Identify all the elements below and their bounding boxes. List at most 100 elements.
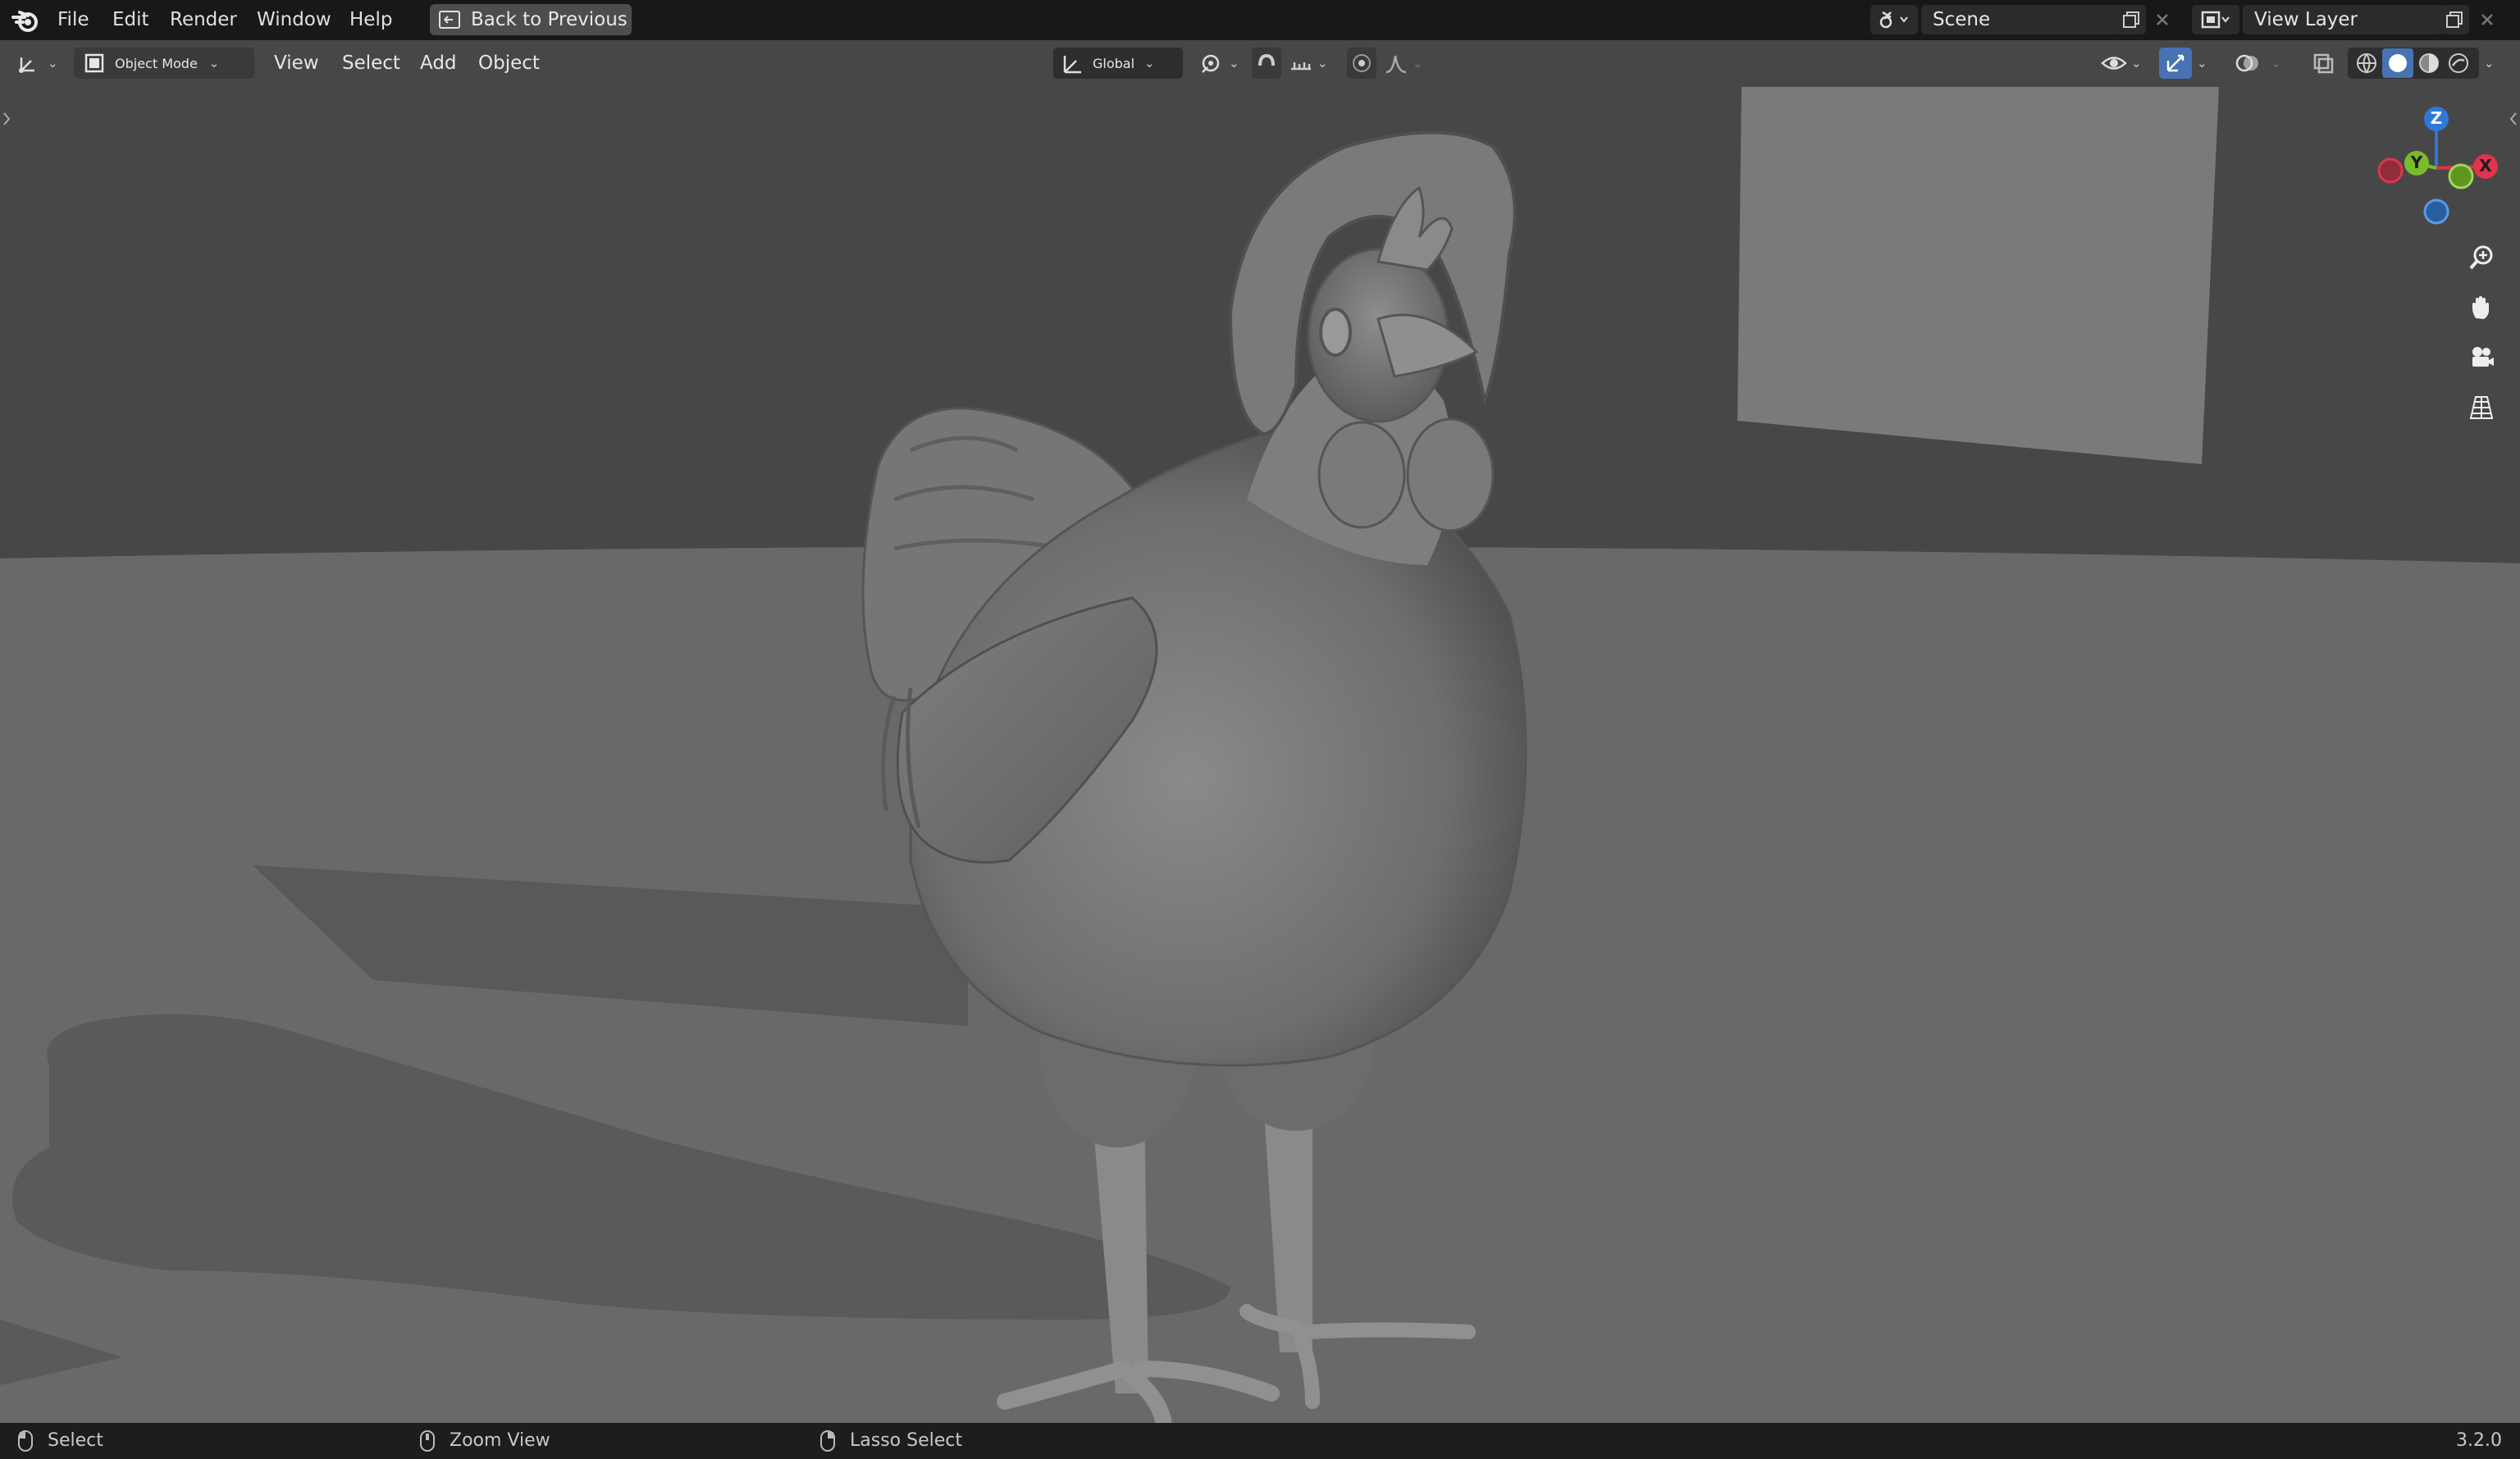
chevron-down-icon: ⌄ [48, 56, 58, 71]
gizmo-z-label: Z [2430, 108, 2443, 128]
overlays-dropdown[interactable]: ⌄ [2267, 48, 2290, 79]
toolbar-expand-icon[interactable] [2, 111, 11, 127]
solid-shading-icon [2389, 54, 2407, 72]
shading-mode-group [2348, 48, 2479, 79]
top-menu-bar: File Edit Render Window Help Back to Pre… [0, 0, 2520, 40]
scene-browse-button[interactable] [1870, 5, 1918, 34]
menu-view[interactable]: View [274, 48, 319, 78]
area-light-panel [1737, 87, 2219, 464]
solid-shading-button[interactable] [2382, 48, 2413, 78]
chevron-down-icon: ⌄ [1144, 56, 1155, 71]
proportional-editing-toggle[interactable] [1347, 48, 1376, 79]
3d-viewport[interactable]: Z Y X [0, 40, 2520, 1423]
view-layer-name: View Layer [2254, 9, 2358, 30]
status-select: Select [18, 1428, 103, 1454]
viewport-header: ⌄ Object Mode ⌄ View Select Add Object G… [0, 40, 2520, 86]
new-view-layer-button[interactable] [2440, 5, 2469, 34]
mouse-middle-icon [420, 1430, 435, 1452]
gizmo-options-dropdown[interactable]: ⌄ [2194, 48, 2218, 79]
status-lasso-select-label: Lasso Select [850, 1430, 962, 1451]
menu-render[interactable]: Render [165, 7, 242, 33]
back-to-previous-label: Back to Previous [471, 9, 628, 30]
menu-object[interactable]: Object [478, 48, 540, 78]
hand-icon [2472, 296, 2489, 319]
mouse-left-icon [18, 1430, 33, 1452]
blender-logo-icon[interactable] [11, 7, 39, 34]
view-layer-name-field[interactable]: View Layer [2243, 5, 2443, 34]
overlays-icon [2235, 54, 2258, 72]
delete-view-layer-button[interactable] [2474, 5, 2500, 34]
object-mode-label: Object Mode [115, 55, 198, 71]
scene-name-field[interactable]: Scene [1921, 5, 2121, 34]
chevron-down-icon: ⌄ [2271, 56, 2281, 71]
chevron-down-icon: ⌄ [1413, 56, 1423, 71]
back-to-previous-icon [439, 11, 460, 29]
selectability-visibility-dropdown[interactable]: ⌄ [2097, 48, 2148, 79]
menu-add[interactable]: Add [420, 48, 457, 78]
zoom-button[interactable] [2463, 239, 2500, 276]
eye-icon [2101, 57, 2127, 70]
pivot-icon [1202, 54, 1220, 73]
gizmo-neg-x[interactable] [2377, 157, 2404, 184]
object-mode-dropdown[interactable]: Object Mode ⌄ [74, 48, 254, 79]
grid-perspective-icon [2469, 396, 2494, 419]
snap-target-dropdown[interactable]: ⌄ [1285, 48, 1335, 79]
status-bar: Select Zoom View Lasso Select 3.2.0 [0, 1423, 2520, 1459]
zoom-icon [2469, 245, 2493, 270]
3d-view-icon [19, 57, 34, 73]
view-layer-browse-button[interactable] [2192, 5, 2239, 34]
scene-name: Scene [1933, 9, 1991, 30]
view-layer-icon [2201, 11, 2230, 29]
editor-type-button[interactable]: ⌄ [11, 48, 62, 79]
perspective-toggle-button[interactable] [2463, 389, 2500, 426]
version-label: 3.2.0 [2456, 1430, 2502, 1451]
proportional-falloff-dropdown[interactable]: ⌄ [1380, 48, 1429, 79]
gizmo-neg-y[interactable] [2448, 163, 2474, 189]
close-icon [2481, 14, 2493, 25]
gizmo-x-label: X [2479, 156, 2492, 176]
viewport-scene [0, 40, 2520, 1423]
close-icon [2157, 14, 2168, 25]
object-mode-icon [84, 53, 104, 73]
chevron-down-icon: ⌄ [1229, 56, 1239, 71]
chevron-down-icon: ⌄ [2197, 56, 2207, 71]
status-zoom-view: Zoom View [420, 1428, 550, 1454]
menu-select[interactable]: Select [342, 48, 400, 78]
rendered-shading-icon[interactable] [2446, 51, 2471, 75]
gizmo-icon [2166, 54, 2184, 72]
xray-toggle[interactable] [2307, 48, 2340, 79]
overlays-toggle[interactable] [2230, 48, 2266, 79]
pivot-point-dropdown[interactable]: ⌄ [1196, 48, 1242, 79]
orientation-global-icon [1063, 56, 1081, 74]
delete-scene-button[interactable] [2149, 5, 2175, 34]
camera-icon [2472, 347, 2494, 367]
pan-button[interactable] [2463, 289, 2500, 326]
menu-edit[interactable]: Edit [107, 7, 154, 33]
magnet-icon [1258, 53, 1275, 66]
new-scene-button[interactable] [2116, 5, 2146, 34]
material-preview-icon[interactable] [2417, 51, 2441, 75]
gizmo-neg-z[interactable] [2423, 198, 2449, 225]
duplicate-icon [2446, 11, 2463, 28]
chevron-down-icon: ⌄ [2484, 56, 2495, 71]
chevron-down-icon: ⌄ [208, 56, 220, 71]
xray-icon [2313, 53, 2334, 74]
camera-view-button[interactable] [2463, 339, 2500, 376]
gizmo-toggle[interactable] [2159, 48, 2192, 79]
duplicate-icon [2123, 11, 2139, 28]
falloff-curve-icon [1386, 55, 1407, 74]
chevron-down-icon: ⌄ [2131, 56, 2142, 71]
menu-file[interactable]: File [52, 7, 94, 33]
gizmo-y-label: Y [2410, 153, 2423, 172]
wireframe-shading-icon[interactable] [2354, 51, 2379, 75]
proportional-edit-icon [1353, 54, 1371, 72]
transform-orientation-dropdown[interactable]: Global ⌄ [1053, 48, 1183, 79]
mouse-right-icon [820, 1430, 835, 1452]
back-to-previous-button[interactable]: Back to Previous [430, 4, 632, 35]
snap-toggle[interactable] [1252, 48, 1281, 79]
chevron-down-icon: ⌄ [1317, 56, 1328, 71]
shading-options-dropdown[interactable]: ⌄ [2481, 48, 2505, 79]
scene-icon [1879, 11, 1908, 29]
menu-window[interactable]: Window [252, 7, 336, 33]
menu-help[interactable]: Help [345, 7, 397, 33]
